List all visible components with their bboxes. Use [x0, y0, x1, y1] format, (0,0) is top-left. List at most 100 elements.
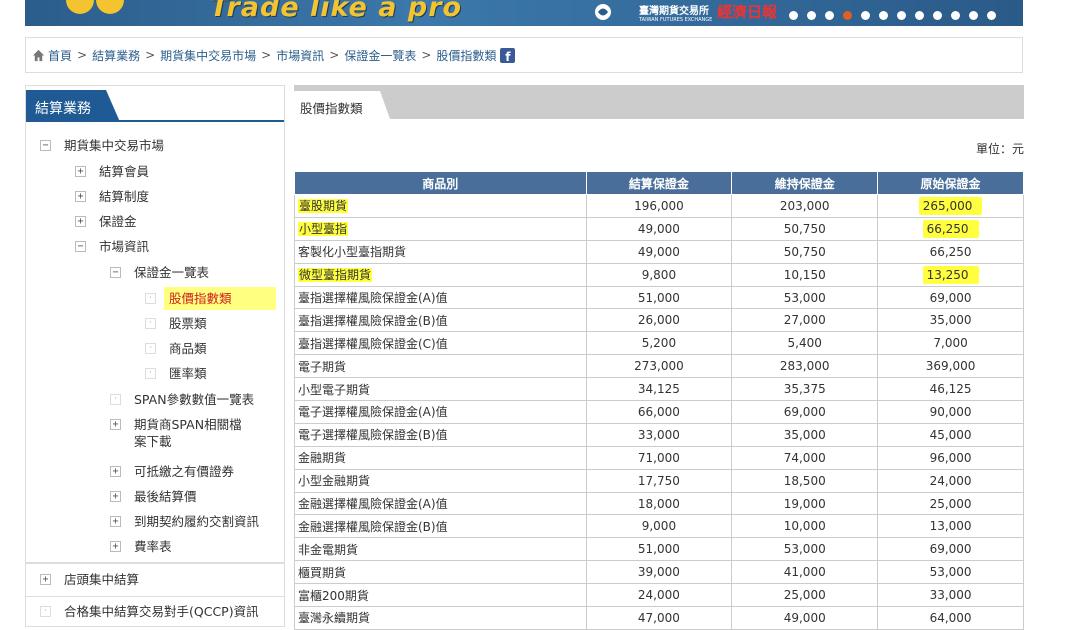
settlement-cell-text: 17,750	[637, 473, 680, 488]
sidebar-item[interactable]: + 可抵繳之有價證券	[110, 463, 234, 480]
product-cell-text: 小型臺指	[298, 222, 349, 237]
maintenance-cell: 49,000	[731, 606, 879, 630]
initial-cell: 64,000	[877, 606, 1024, 630]
sidebar-item-qccp[interactable]: · 合格集中結算交易對手(QCCP)資訊	[40, 603, 259, 620]
expand-icon[interactable]: +	[110, 491, 121, 502]
sidebar-item-label: 期貨集中交易市場	[64, 138, 165, 153]
sidebar-item[interactable]: · 商品類	[145, 340, 207, 357]
slide-dot[interactable]	[879, 11, 888, 20]
product-cell: 非金電期貨	[294, 537, 587, 562]
initial-cell: 66,250	[877, 216, 1024, 241]
maintenance-cell-text: 10,000	[783, 519, 826, 534]
collapse-icon[interactable]: −	[40, 140, 51, 151]
slide-dot[interactable]	[807, 11, 816, 20]
slide-dot[interactable]	[843, 11, 852, 20]
mascot-icon	[66, 0, 124, 14]
sidebar-item[interactable]: − 市場資訊	[75, 238, 149, 255]
sidebar-item[interactable]: + 結算制度	[75, 188, 149, 205]
maintenance-cell-text: 69,000	[783, 404, 826, 419]
product-cell: 富櫃200期貨	[294, 583, 587, 608]
sidebar-item[interactable]: + 費率表	[110, 538, 172, 555]
initial-cell-text: 33,000	[929, 588, 972, 603]
settlement-cell-text: 34,125	[637, 382, 680, 397]
expand-icon[interactable]: +	[110, 466, 121, 477]
table-row: 臺灣永續期貨 47,000 49,000 64,000	[294, 606, 1024, 630]
sidebar-item[interactable]: · 股票類	[145, 315, 207, 332]
sidebar-panel: 結算業務 − 期貨集中交易市場 + 結算會員 + 結算制度 + 保證金 − 市場資訊 − 保證金一覽表…	[25, 85, 285, 563]
slide-dot[interactable]	[915, 11, 924, 20]
maintenance-cell: 41,000	[731, 560, 879, 585]
product-cell: 微型臺指期貨	[294, 262, 587, 287]
initial-cell-text: 46,125	[929, 382, 972, 397]
col-maintenance-margin: 維持保證金	[731, 171, 879, 195]
product-cell: 臺指選擇權風險保證金(A)值	[294, 285, 587, 310]
slide-dot[interactable]	[951, 11, 960, 20]
sidebar-title: 結算業務	[26, 90, 120, 122]
maintenance-cell: 74,000	[731, 445, 879, 470]
collapse-icon[interactable]: −	[110, 267, 121, 278]
sidebar-item[interactable]: · SPAN參數數值一覽表	[110, 391, 254, 408]
facebook-icon[interactable]: f	[500, 47, 516, 63]
settlement-cell: 9,000	[585, 514, 733, 539]
slide-dot[interactable]	[789, 11, 798, 20]
slide-dot[interactable]	[825, 11, 834, 20]
expand-icon[interactable]: +	[110, 541, 121, 552]
maintenance-cell: 25,000	[731, 583, 879, 608]
expand-icon[interactable]: +	[110, 516, 121, 527]
breadcrumb-market-info[interactable]: 市場資訊	[276, 47, 324, 64]
margin-table: 商品別 結算保證金 維持保證金 原始保證金 臺股期貨 196,000 203,000…	[294, 171, 1024, 630]
initial-cell-text: 66,250	[929, 244, 972, 259]
breadcrumb-futures-market[interactable]: 期貨集中交易市場	[160, 47, 256, 64]
expand-icon[interactable]: +	[75, 191, 86, 202]
slide-dot[interactable]	[969, 11, 978, 20]
collapse-icon[interactable]: −	[75, 241, 86, 252]
breadcrumb-current[interactable]: 股價指數類	[436, 47, 496, 64]
initial-cell-text: 25,000	[929, 496, 972, 511]
tab-stock-index[interactable]: 股價指數類	[294, 91, 390, 119]
sidebar-item[interactable]: · 股價指數類	[145, 287, 276, 310]
expand-icon[interactable]: +	[40, 574, 51, 585]
sidebar-item-label: 店頭集中結算	[64, 572, 140, 587]
sidebar-item[interactable]: · 匯率類	[145, 365, 207, 382]
sidebar-item[interactable]: + 到期契約履約交割資訊	[110, 513, 259, 530]
breadcrumb-clearing[interactable]: 結算業務	[92, 47, 140, 64]
initial-cell: 7,000	[877, 331, 1024, 356]
sidebar-qccp[interactable]: · 合格集中結算交易對手(QCCP)資訊	[25, 597, 285, 627]
sidebar-item[interactable]: + 期貨商SPAN相關檔案下載	[110, 416, 250, 450]
settlement-cell-text: 39,000	[637, 565, 680, 580]
expand-icon[interactable]: +	[75, 216, 86, 227]
breadcrumb-home[interactable]: 首頁	[48, 47, 72, 64]
bullet-icon: ·	[145, 368, 156, 379]
slide-dot[interactable]	[933, 11, 942, 20]
slide-dot[interactable]	[861, 11, 870, 20]
sidebar-item-otc[interactable]: + 店頭集中結算	[40, 571, 139, 588]
slide-dots[interactable]	[789, 11, 996, 20]
maintenance-cell: 35,375	[731, 377, 879, 402]
sidebar-item[interactable]: − 保證金一覽表	[110, 264, 209, 281]
expand-icon[interactable]: +	[110, 419, 121, 430]
slide-dot[interactable]	[987, 11, 996, 20]
product-cell-text: 臺灣永續期貨	[298, 611, 371, 626]
initial-cell-text: 13,000	[929, 519, 972, 534]
maintenance-cell-text: 203,000	[779, 198, 830, 213]
initial-cell: 33,000	[877, 583, 1024, 608]
product-cell-text: 櫃買期貨	[298, 565, 347, 580]
initial-cell-text: 369,000	[925, 359, 976, 374]
sidebar-item[interactable]: + 結算會員	[75, 163, 149, 180]
sidebar-otc[interactable]: + 店頭集中結算	[25, 563, 285, 597]
sidebar-item[interactable]: + 最後結算價	[110, 488, 197, 505]
sidebar-item[interactable]: − 期貨集中交易市場	[40, 137, 164, 154]
breadcrumb-margin-list[interactable]: 保證金一覽表	[344, 47, 416, 64]
initial-cell-text: 7,000	[933, 336, 968, 351]
initial-cell: 69,000	[877, 537, 1024, 562]
top-banner[interactable]: Trade like a pro 臺灣期貨交易所 TAIWAN FUTURES …	[25, 0, 1023, 26]
table-row: 電子選擇權風險保證金(A)值 66,000 69,000 90,000	[294, 400, 1024, 424]
slide-dot[interactable]	[897, 11, 906, 20]
product-cell-text: 電子期貨	[298, 359, 347, 374]
settlement-cell-text: 5,200	[641, 336, 677, 351]
initial-cell-text: 69,000	[929, 290, 972, 305]
initial-cell-text: 53,000	[929, 565, 972, 580]
expand-icon[interactable]: +	[75, 166, 86, 177]
sidebar-item[interactable]: + 保證金	[75, 213, 137, 230]
settlement-cell-text: 33,000	[637, 427, 680, 442]
